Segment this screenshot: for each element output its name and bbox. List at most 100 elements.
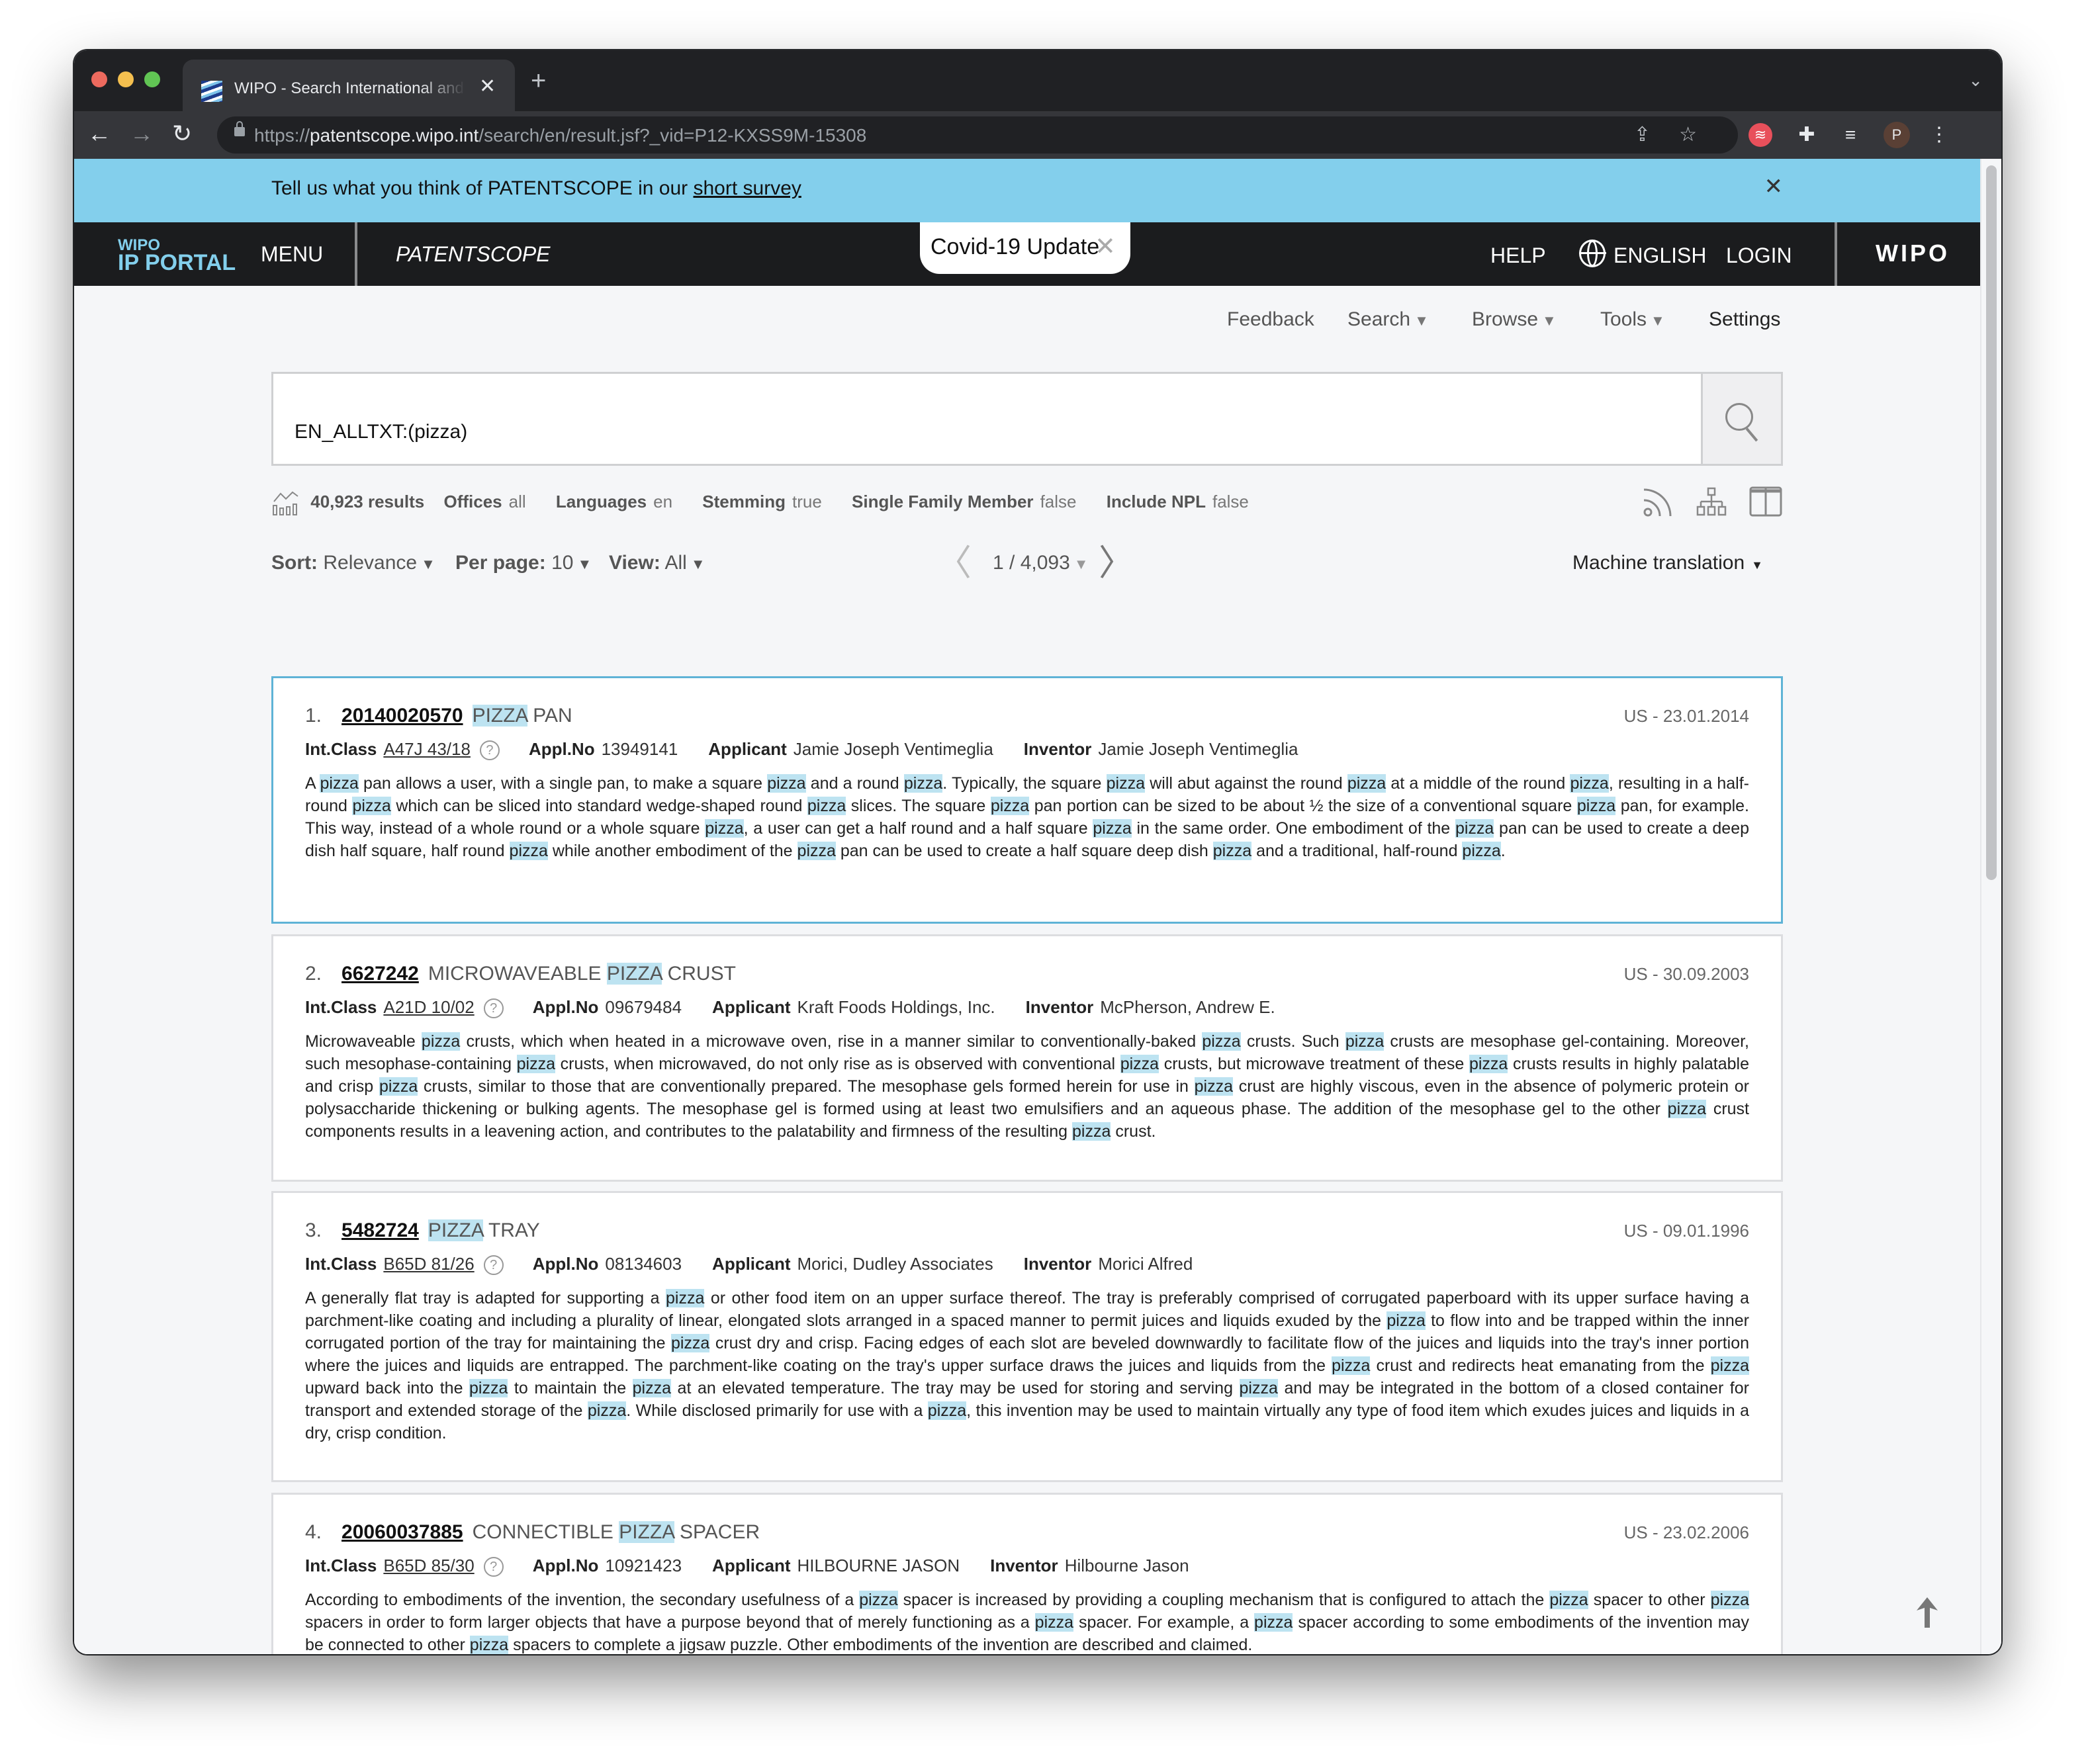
profile-avatar[interactable]: P [1884, 122, 1910, 148]
survey-close-icon[interactable]: ✕ [1764, 173, 1784, 200]
page-selector[interactable]: 1 / 4,093 ▼ [993, 552, 1089, 574]
search-term-highlight: pizza [1106, 774, 1146, 793]
covid-close-icon[interactable]: ✕ [1095, 232, 1116, 261]
url-path: /search/en/result.jsf?_vid=P12-KXSS9M-15… [478, 125, 867, 146]
inventor-value: Hilbourne Jason [1064, 1556, 1189, 1575]
page-scrollbar[interactable] [1980, 159, 2001, 1654]
patentscope-link[interactable]: PATENTSCOPE [396, 242, 551, 267]
help-link[interactable]: HELP [1490, 243, 1546, 268]
search-term-highlight: pizza [1347, 774, 1386, 793]
single-family-value: false [1040, 491, 1077, 511]
office-date: US - 30.09.2003 [1623, 964, 1749, 984]
rss-feed-icon[interactable] [1641, 486, 1677, 519]
subnav-feedback[interactable]: Feedback [1227, 308, 1314, 331]
result-abstract: According to embodiments of the inventio… [305, 1591, 1749, 1654]
search-box [271, 372, 1783, 466]
back-arrow-icon[interactable]: ← [87, 120, 111, 147]
browser-menu-kebab-icon[interactable]: ⋮ [1927, 123, 1951, 147]
int-class-link[interactable]: B65D 81/26 [383, 1254, 474, 1274]
applicant-label: Applicant [712, 1254, 791, 1274]
result-card[interactable]: 4. 20060037885 CONNECTIBLE PIZZA SPACER US … [271, 1493, 1783, 1654]
result-card[interactable]: 1. 20140020570 PIZZA PAN US - 23.01.2014 Int… [271, 676, 1783, 924]
help-question-icon[interactable]: ? [483, 998, 504, 1019]
media-queue-icon[interactable]: ≡ [1839, 123, 1862, 147]
previous-page-chevron-icon[interactable]: 〈 [936, 545, 972, 581]
result-title[interactable]: PIZZA TRAY [428, 1219, 540, 1241]
patent-number-link[interactable]: 6627242 [341, 963, 419, 985]
search-button[interactable] [1701, 374, 1781, 464]
inventor-value: McPherson, Andrew E. [1100, 997, 1275, 1017]
maximize-window-button[interactable] [144, 71, 160, 87]
new-tab-button[interactable]: + [531, 67, 546, 94]
minimize-window-button[interactable] [118, 71, 134, 87]
result-title[interactable]: MICROWAVEABLE PIZZA CRUST [428, 963, 736, 985]
result-card[interactable]: 2. 6627242 MICROWAVEABLE PIZZA CRUST US - 3… [271, 934, 1783, 1182]
subnav-settings[interactable]: Settings [1709, 308, 1780, 331]
search-term-highlight: pizza [1345, 1032, 1385, 1051]
sort-label: Sort: [271, 552, 318, 574]
search-term-highlight: pizza [421, 1032, 461, 1051]
help-question-icon[interactable]: ? [483, 1255, 504, 1276]
result-card[interactable]: 3. 5482724 PIZZA TRAY US - 09.01.1996 Int.Cl… [271, 1191, 1783, 1482]
result-metadata: Int.Class B65D 85/30? Appl.No 10921423 Appli… [305, 1556, 1220, 1577]
result-title[interactable]: PIZZA PAN [472, 705, 572, 727]
result-title[interactable]: CONNECTIBLE PIZZA SPACER [473, 1521, 760, 1543]
tab-close-icon[interactable]: ✕ [479, 77, 496, 97]
title-suffix: SPACER [674, 1521, 760, 1543]
machine-translation-dropdown[interactable]: Machine translation ▼ [1572, 552, 1763, 574]
survey-banner: Tell us what you think of PATENTSCOPE in… [74, 159, 1981, 222]
wipo-brand-logo[interactable]: WIPO [1876, 240, 1950, 267]
wipo-ip-portal-logo[interactable]: WIPO IP PORTAL [118, 237, 236, 275]
int-class-link[interactable]: A21D 10/02 [383, 997, 474, 1017]
covid-update-link[interactable]: Covid-19 Update [931, 234, 1099, 260]
per-page-dropdown[interactable]: Per page: 10 ▼ [455, 552, 592, 574]
applicant-label: Applicant [712, 1556, 791, 1575]
patent-number-link[interactable]: 5482724 [341, 1219, 419, 1241]
menu-button[interactable]: MENU [261, 242, 323, 267]
search-term-highlight: pizza [1194, 1077, 1234, 1096]
int-class-link[interactable]: B65D 85/30 [383, 1556, 474, 1575]
help-question-icon[interactable]: ? [483, 1557, 504, 1577]
patent-number-link[interactable]: 20140020570 [341, 705, 463, 727]
inventor-label: Inventor [1023, 1254, 1092, 1274]
scrollbar-thumb[interactable] [1986, 165, 1997, 880]
subnav-tools[interactable]: Tools ▼ [1600, 308, 1665, 331]
family-tree-icon[interactable] [1694, 486, 1730, 519]
search-term-highlight: pizza [352, 797, 391, 815]
url-text[interactable]: https://patentscope.wipo.int/search/en/r… [254, 125, 866, 146]
patent-number-link[interactable]: 20060037885 [341, 1521, 463, 1543]
search-term-highlight: pizza [1034, 1613, 1074, 1632]
result-abstract: Microwaveable pizza crusts, which when h… [305, 1032, 1750, 1141]
subnav-search[interactable]: Search ▼ [1347, 308, 1429, 331]
short-survey-link[interactable]: short survey [693, 177, 801, 199]
close-window-button[interactable] [91, 71, 107, 87]
bookmark-star-icon[interactable]: ☆ [1679, 123, 1697, 146]
view-dropdown[interactable]: View: All ▼ [609, 552, 705, 574]
extensions-puzzle-icon[interactable]: ✚ [1795, 123, 1819, 147]
share-icon[interactable]: ⇪ [1634, 123, 1651, 146]
office-date: US - 09.01.1996 [1623, 1221, 1749, 1241]
next-page-chevron-icon[interactable]: 〉 [1099, 545, 1134, 581]
help-question-icon[interactable]: ? [479, 740, 500, 761]
appl-no-label: Appl.No [528, 739, 595, 759]
scroll-to-top-arrow-icon[interactable] [1914, 1596, 1940, 1629]
forward-arrow-icon[interactable]: → [130, 120, 154, 147]
tab-search-chevron-icon[interactable]: ⌄ [1968, 70, 1983, 91]
result-number: 4. [305, 1521, 322, 1543]
split-view-icon[interactable] [1749, 486, 1784, 519]
browser-tab[interactable]: WIPO - Search International and National… [183, 60, 515, 111]
login-link[interactable]: LOGIN [1726, 243, 1792, 268]
sort-dropdown[interactable]: Sort: Relevance ▼ [271, 552, 435, 574]
tab-title: WIPO - Search International and National… [234, 79, 466, 97]
reload-icon[interactable]: ↻ [172, 120, 192, 147]
extension-red-icon[interactable]: ≋ [1749, 123, 1772, 147]
analysis-chart-icon[interactable] [271, 490, 300, 516]
search-term-highlight: pizza [1254, 1613, 1293, 1632]
language-selector[interactable]: ENGLISH [1613, 243, 1706, 268]
address-bar[interactable]: https://patentscope.wipo.int/search/en/r… [217, 116, 1738, 154]
applicant-value: Jamie Joseph Ventimeglia [793, 739, 993, 759]
int-class-link[interactable]: A47J 43/18 [383, 739, 471, 759]
search-query-input[interactable] [293, 420, 1653, 444]
subnav-browse[interactable]: Browse ▼ [1472, 308, 1557, 331]
int-class-label: Int.Class [305, 1556, 377, 1575]
